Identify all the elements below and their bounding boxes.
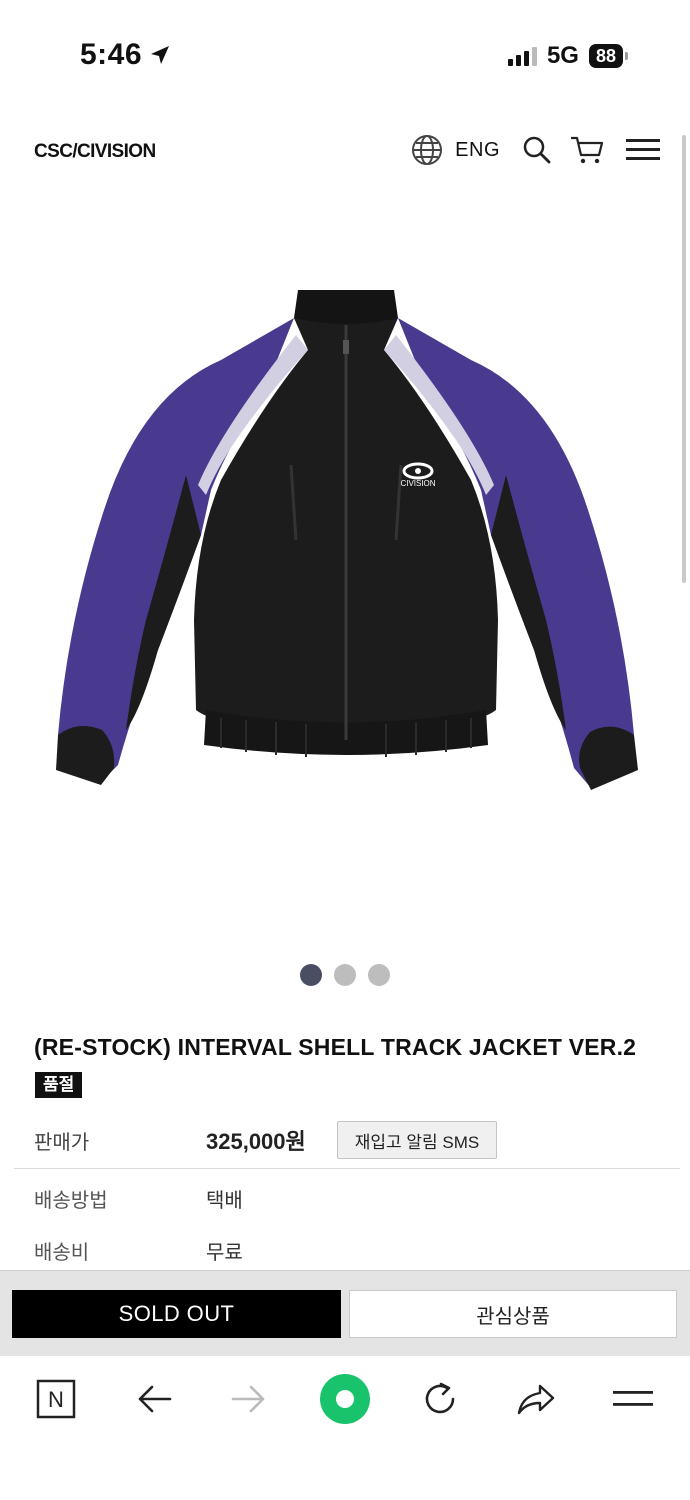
browser-toolbar: N [0,1356,690,1500]
site-header: CSC/CIVISION ENG [0,128,690,178]
language-selector[interactable]: ENG [411,134,500,166]
battery-icon: 88 [588,44,628,68]
shipping-method-label: 배송방법 [34,1190,108,1212]
green-dot-icon [320,1374,370,1424]
carousel-dot-3[interactable] [368,964,390,986]
forward-arrow-icon [231,1385,265,1413]
cart-icon [571,136,604,164]
reload-button[interactable] [408,1374,472,1424]
scroll-indicator [682,135,686,583]
carousel-dot-1[interactable] [300,964,322,986]
sold-out-badge: 품절 [35,1072,83,1098]
search-button[interactable] [522,135,552,165]
network-type: 5G [546,42,579,69]
product-image[interactable]: CIVISION [46,290,646,800]
globe-icon [412,135,443,165]
back-button[interactable] [122,1374,186,1424]
cart-button[interactable] [570,135,604,165]
sold-out-button[interactable]: SOLD OUT [12,1290,341,1338]
language-label: ENG [455,138,500,161]
naver-home-button[interactable]: N [24,1374,88,1424]
menu-button[interactable] [626,137,660,163]
hamburger-menu-icon [626,139,660,160]
chest-logo-text: CIVISION [400,479,435,488]
green-dot-button[interactable] [313,1374,377,1424]
naver-icon: N [36,1379,76,1419]
shipping-fee-value: 무료 [206,1242,243,1264]
site-logo[interactable]: CSC/CIVISION [34,141,156,163]
location-arrow-icon [151,46,170,64]
share-button[interactable] [504,1374,568,1424]
signal-icon [507,46,537,66]
search-icon [523,136,551,164]
shipping-fee-label: 배송비 [34,1242,90,1264]
naver-letter: N [48,1387,64,1412]
price-value: 325,000원 [206,1129,306,1154]
forward-button[interactable] [217,1374,281,1424]
battery-level: 88 [588,44,623,68]
shipping-method-value: 택배 [206,1190,243,1212]
image-carousel-dots [0,964,690,986]
share-icon [517,1384,555,1415]
purchase-action-bar: SOLD OUT 관심상품 [0,1270,690,1356]
carousel-dot-2[interactable] [334,964,356,986]
status-time: 5:46 [80,38,172,72]
back-arrow-icon [138,1385,172,1413]
product-title: (RE-STOCK) INTERVAL SHELL TRACK JACKET V… [34,1034,637,1060]
header-actions: ENG [411,134,660,166]
menu-icon [613,1391,653,1406]
status-indicators: 5G 88 [507,42,628,70]
status-bar: 5:46 5G 88 [0,0,690,110]
price-label: 판매가 [34,1132,90,1154]
clock: 5:46 [80,38,143,71]
reload-icon [425,1382,455,1414]
divider [14,1168,680,1169]
wishlist-button[interactable]: 관심상품 [349,1290,677,1338]
restock-sms-button[interactable]: 재입고 알림 SMS [337,1121,497,1159]
browser-menu-button[interactable] [601,1374,665,1424]
